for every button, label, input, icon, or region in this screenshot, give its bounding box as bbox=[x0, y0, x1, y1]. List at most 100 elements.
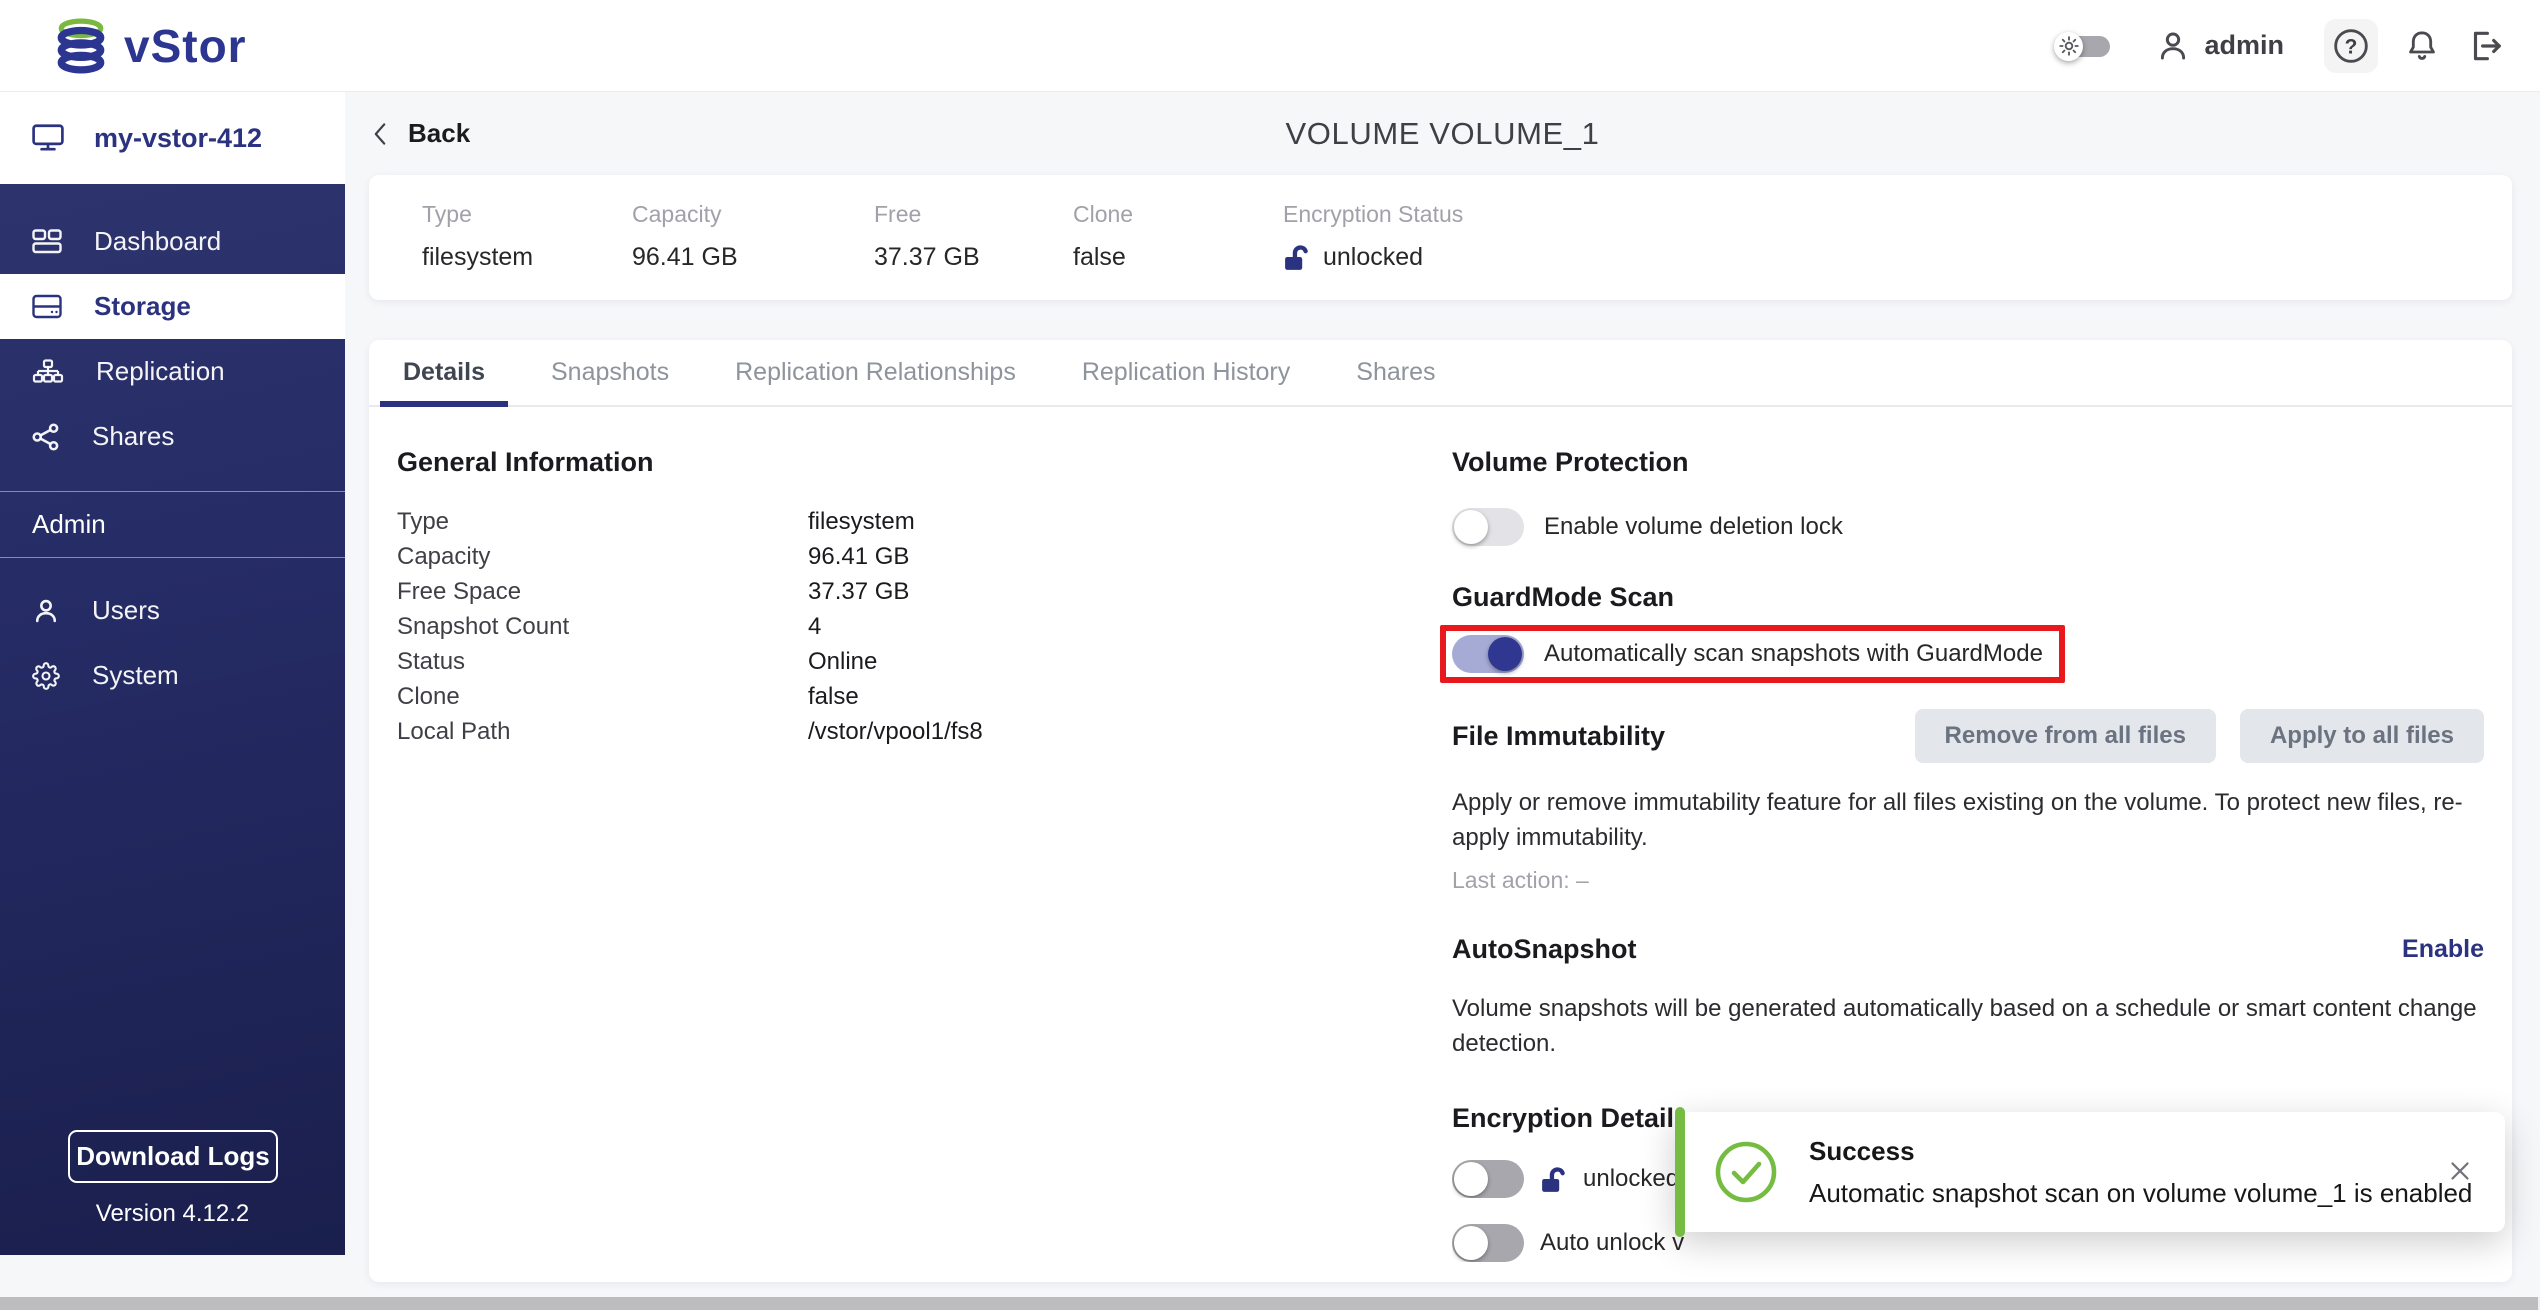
autosnapshot-enable-link[interactable]: Enable bbox=[2402, 935, 2484, 964]
sidebar-item-replication[interactable]: Replication bbox=[0, 339, 345, 404]
sidebar-nav: Dashboard Storage Replication Shares bbox=[0, 184, 345, 469]
horizontal-scrollbar-thumb[interactable] bbox=[0, 1297, 2538, 1310]
info-row: Local Path/vstor/vpool1/fs8 bbox=[397, 718, 983, 745]
replication-icon bbox=[32, 358, 64, 383]
deletion-lock-row: Enable volume deletion lock bbox=[1452, 508, 2484, 546]
autosnapshot-title: AutoSnapshot bbox=[1452, 934, 1637, 964]
sidebar-item-label: Users bbox=[92, 595, 160, 625]
summary-clone: Clone false bbox=[1073, 201, 1134, 271]
sidebar-item-dashboard[interactable]: Dashboard bbox=[0, 209, 345, 274]
summary-type: Type filesystem bbox=[422, 201, 534, 271]
auto-unlock-toggle[interactable] bbox=[1452, 1224, 1524, 1262]
sidebar-section-admin: Admin bbox=[32, 509, 106, 539]
server-name-row[interactable]: my-vstor-412 bbox=[0, 92, 345, 184]
version-label: Version 4.12.2 bbox=[95, 1200, 250, 1227]
sidebar-item-users[interactable]: Users bbox=[0, 578, 345, 643]
unlock-icon bbox=[1285, 245, 1308, 270]
toast-message: Automatic snapshot scan on volume volume… bbox=[1809, 1177, 2473, 1208]
storage-icon bbox=[32, 294, 62, 319]
logout-button[interactable] bbox=[2466, 27, 2504, 65]
shares-icon bbox=[32, 422, 59, 451]
sidebar-item-shares[interactable]: Shares bbox=[0, 404, 345, 469]
sidebar-admin-nav: Users System bbox=[0, 558, 345, 708]
tab-snapshots[interactable]: Snapshots bbox=[528, 340, 692, 405]
user-icon bbox=[2161, 31, 2186, 60]
deletion-lock-toggle[interactable] bbox=[1452, 508, 1524, 546]
apply-to-all-files-button[interactable]: Apply to all files bbox=[2239, 709, 2484, 763]
sidebar-item-label: Dashboard bbox=[94, 226, 222, 256]
brand: vStor bbox=[56, 18, 247, 74]
encryption-lock-label: unlocked bbox=[1583, 1165, 1680, 1192]
users-icon bbox=[35, 599, 57, 622]
file-immutability-title: File Immutability bbox=[1452, 720, 1666, 751]
brand-name: vStor bbox=[124, 19, 247, 72]
tab-bar: Details Snapshots Replication Relationsh… bbox=[369, 340, 2512, 407]
summary-encryption-status: Encryption Status unlocked bbox=[1283, 201, 1464, 271]
sun-icon bbox=[2054, 31, 2084, 61]
sidebar-item-system[interactable]: System bbox=[0, 643, 345, 708]
notifications-button[interactable] bbox=[2404, 28, 2440, 64]
system-icon bbox=[32, 661, 60, 690]
guardmode-toggle[interactable] bbox=[1452, 635, 1524, 673]
tab-details[interactable]: Details bbox=[380, 340, 508, 407]
help-button[interactable]: ? bbox=[2324, 18, 2378, 73]
autosnapshot-description: Volume snapshots will be generated autom… bbox=[1452, 995, 2477, 1057]
summary-free: Free 37.37 GB bbox=[874, 201, 980, 271]
page-title: VOLUME VOLUME_1 bbox=[1285, 115, 1600, 151]
sidebar-item-label: Replication bbox=[96, 356, 225, 386]
info-row: Free Space 37.37 GB bbox=[397, 578, 910, 605]
user-menu[interactable]: admin bbox=[2156, 29, 2284, 63]
sidebar-item-storage[interactable]: Storage bbox=[0, 274, 345, 339]
bell-icon bbox=[2409, 30, 2435, 60]
page-header: Back VOLUME VOLUME_1 bbox=[345, 92, 2540, 175]
close-icon bbox=[2451, 1162, 2469, 1180]
horizontal-scrollbar[interactable] bbox=[0, 1297, 2540, 1310]
auto-unlock-label: Auto unlock v bbox=[1540, 1229, 1685, 1256]
encryption-status-value: unlocked bbox=[1323, 243, 1424, 271]
success-toast: Success Automatic snapshot scan on volum… bbox=[1675, 1107, 2505, 1237]
username: admin bbox=[2204, 30, 2284, 60]
toast-body: Success Automatic snapshot scan on volum… bbox=[1809, 1136, 2472, 1209]
summary-capacity: Capacity 96.41 GB bbox=[632, 201, 738, 271]
sidebar-item-label: Shares bbox=[92, 421, 175, 451]
sidebar-item-label: Storage bbox=[94, 291, 191, 321]
info-row: Capacity 96.41 GB bbox=[397, 543, 910, 570]
logout-icon bbox=[2473, 31, 2501, 60]
tab-replication-relationships[interactable]: Replication Relationships bbox=[712, 340, 1039, 405]
guardmode-highlight-box: Automatically scan snapshots with GuardM… bbox=[1440, 625, 2065, 683]
sidebar-item-label: System bbox=[92, 660, 179, 690]
info-row: Status Online bbox=[397, 648, 878, 675]
autosnapshot-header: AutoSnapshot Enable bbox=[1452, 934, 2484, 965]
tab-shares[interactable]: Shares bbox=[1333, 340, 1458, 405]
encryption-lock-toggle[interactable] bbox=[1452, 1160, 1524, 1198]
deletion-lock-label: Enable volume deletion lock bbox=[1544, 513, 1843, 540]
volume-protection-title: Volume Protection bbox=[1452, 447, 1689, 477]
info-row: Snapshot Count 4 bbox=[397, 613, 822, 640]
file-immutability-header: File Immutability Remove from all files … bbox=[1452, 709, 2484, 763]
toast-accent-bar bbox=[1675, 1107, 1685, 1237]
topbar: vStor admin ? bbox=[0, 0, 2540, 92]
guardmode-title: GuardMode Scan bbox=[1452, 582, 1675, 612]
file-immutability-description: Apply or remove immutability feature for… bbox=[1452, 789, 2463, 851]
guardmode-label: Automatically scan snapshots with GuardM… bbox=[1544, 640, 2043, 667]
last-action-label: Last action: – bbox=[1452, 867, 1589, 893]
info-row: Type filesystem bbox=[397, 508, 915, 535]
volume-summary-card: Type filesystem Capacity 96.41 GB Free 3… bbox=[369, 175, 2512, 300]
server-monitor-icon bbox=[32, 124, 64, 151]
download-logs-button[interactable]: Download Logs bbox=[68, 1130, 278, 1183]
svg-text:?: ? bbox=[2345, 35, 2358, 58]
remove-from-all-files-button[interactable]: Remove from all files bbox=[1914, 709, 2216, 763]
info-row: Clone false bbox=[397, 683, 859, 710]
toast-close-button[interactable] bbox=[2445, 1156, 2475, 1186]
toast-title: Success bbox=[1809, 1135, 1915, 1166]
theme-toggle[interactable] bbox=[2054, 24, 2112, 68]
help-icon: ? bbox=[2334, 28, 2368, 63]
general-information-title: General Information bbox=[397, 447, 654, 477]
topbar-actions: admin ? bbox=[2054, 18, 2504, 73]
tab-replication-history[interactable]: Replication History bbox=[1059, 340, 1313, 405]
vstor-logo-icon bbox=[57, 18, 105, 73]
dashboard-icon bbox=[32, 228, 62, 253]
unlock-icon bbox=[1542, 1166, 1565, 1192]
success-check-icon bbox=[1715, 1141, 1777, 1203]
general-information-section: General Information Type filesystem Capac… bbox=[397, 407, 1452, 1262]
